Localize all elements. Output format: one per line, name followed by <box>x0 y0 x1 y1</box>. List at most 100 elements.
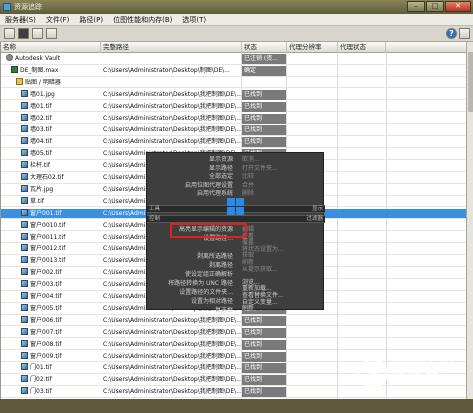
list-view-icon[interactable] <box>18 28 29 39</box>
file-name: 草.tif <box>30 197 45 205</box>
watermark-logo-icon <box>358 358 388 388</box>
header-proxy-resolution[interactable]: 代理分辨率 <box>287 42 338 53</box>
img-file-icon <box>21 113 28 121</box>
table-row[interactable]: Autodesk Vault 已注销 (资... <box>1 54 466 65</box>
file-name: 大理石02.tif <box>30 174 64 181</box>
quad-menu-item[interactable]: 使设定组正确解析 <box>185 270 233 279</box>
table-row[interactable]: 墙03.tif C:\Users\Administrator\Desktop\我把… <box>1 125 466 137</box>
cell-status: 已找到 <box>242 387 286 398</box>
quad-menu-item[interactable]: 启用代理系统 <box>197 189 233 198</box>
table-row[interactable]: 窗户006.tif C:\Users\Administrator\Desktop\… <box>1 315 466 327</box>
header-proxy-status[interactable]: 代理状态 <box>338 42 386 53</box>
quad-menu-item[interactable]: 设置路径的文件夹... <box>179 288 233 297</box>
cell-full-path: C:\Users\Administrator\Desktop\我把制图\DE\.… <box>103 114 241 122</box>
cell-name: 瓦片.jpg <box>1 184 98 195</box>
cell-status <box>242 78 286 88</box>
cell-full-path: C:\Users\Administrator\Desktop\我把制图\DE\.… <box>103 340 241 348</box>
window-controls: – □ ✕ <box>407 1 471 12</box>
quad-menu-item[interactable]: 删除 <box>242 189 254 198</box>
file-name: 窗户003.tif <box>30 281 62 289</box>
file-name: 墙03.tif <box>30 126 52 134</box>
table-row[interactable]: 墙01.jpg C:\Users\Administrator\Desktop\我把… <box>1 89 466 101</box>
scroll-thumb[interactable] <box>468 52 473 112</box>
table-row[interactable]: 墙01.tif C:\Users\Administrator\Desktop\我把… <box>1 101 466 113</box>
file-name: 栏杆.tif <box>30 162 51 170</box>
header-full-path[interactable]: 完整路径 <box>101 42 242 53</box>
quad-menu-item[interactable]: 将路径转换为 UNC 路径 <box>168 279 233 288</box>
vertical-scrollbar[interactable] <box>466 42 473 399</box>
menu-item[interactable]: 位图性能和内存(B) <box>108 14 177 25</box>
quad-menu-item[interactable]: 设置为相对路径 <box>191 297 233 306</box>
img-file-icon <box>21 184 28 192</box>
window-title: 资源追踪 <box>14 3 42 11</box>
table-row[interactable]: 窗户007.tif C:\Users\Administrator\Desktop\… <box>1 327 466 339</box>
img-file-icon <box>21 303 28 311</box>
toolbar: ? <box>0 26 473 42</box>
img-file-icon <box>21 137 28 145</box>
file-name: 墙04.tif <box>30 138 52 146</box>
img-file-icon <box>21 387 28 395</box>
menu-item[interactable]: 路径(P) <box>74 14 108 25</box>
table-row[interactable]: DE_制图.max C:\Users\Administrator\Desktop\… <box>1 65 466 77</box>
cell-full-path: C:\Users\Administrator\Desktop\我把制图\DE\.… <box>103 364 241 372</box>
maximize-button[interactable]: □ <box>426 1 444 12</box>
quad-divider-bottom: 控制 过滤器 <box>147 215 325 223</box>
cell-status: 已找到 <box>242 315 286 326</box>
table-row[interactable]: 贴图 / 明暗器 <box>1 77 466 89</box>
img-file-icon <box>21 339 28 347</box>
file-name: 门03.tif <box>30 388 52 396</box>
cell-full-path: C:\Users\Administrator\Desktop\我把制图\DE\.… <box>103 388 241 396</box>
close-button[interactable]: ✕ <box>445 1 471 12</box>
table-row[interactable]: 墙02.tif C:\Users\Administrator\Desktop\我把… <box>1 113 466 125</box>
app-icon <box>3 3 11 11</box>
cell-name: 门03.tif <box>1 387 98 397</box>
cell-full-path: C:\Users\Administrator\Desktop\我把制图\DE\.… <box>103 316 241 324</box>
help-icon[interactable]: ? <box>446 28 457 39</box>
file-name: 墙01.tif <box>30 102 52 110</box>
cell-name: 墙01.tif <box>1 101 98 112</box>
cell-name: 窗户001.tif <box>1 208 98 219</box>
table-view-icon[interactable] <box>46 28 57 39</box>
img-file-icon <box>21 256 28 264</box>
cell-status: 已找到 <box>242 101 286 112</box>
cell-name: 窗户006.tif <box>1 315 98 326</box>
menu-item[interactable]: 服务器(S) <box>0 14 41 25</box>
quad-menu-item[interactable]: 剥离路径 <box>209 261 233 270</box>
file-name: 窗户0013.tif <box>30 257 66 265</box>
img-file-icon <box>21 89 28 97</box>
file-name: Autodesk Vault <box>15 55 61 62</box>
window-bottom-border <box>0 399 473 413</box>
options-icon[interactable] <box>459 28 470 39</box>
quad-menu-item[interactable]: 刷新 <box>242 304 254 313</box>
quad-menu-item[interactable]: 复选框 <box>215 306 233 315</box>
table-row[interactable]: 窗户008.tif C:\Users\Administrator\Desktop\… <box>1 339 466 351</box>
menu-item[interactable]: 文件(F) <box>41 14 75 25</box>
file-name: 窗户009.tif <box>30 352 62 360</box>
quad-title-left: 控制 <box>149 216 161 222</box>
menu-item[interactable]: 选项(T) <box>177 14 211 25</box>
grid-view-icon[interactable] <box>4 28 15 39</box>
header-name[interactable]: 名称 <box>1 42 101 53</box>
file-name: 窗户006.tif <box>30 316 62 324</box>
file-name: 门01.tif <box>30 364 52 372</box>
file-name: 窗户007.tif <box>30 328 62 336</box>
menu-bar: 服务器(S) 文件(F) 路径(P) 位图性能和内存(B) 选项(T) <box>0 14 473 26</box>
img-file-icon <box>21 161 28 169</box>
cell-name: 墙04.tif <box>1 137 98 147</box>
img-file-icon <box>21 244 28 252</box>
quad-menu-item[interactable]: 剥离所选路径 <box>197 252 233 261</box>
img-file-icon <box>21 375 28 383</box>
header-status[interactable]: 状态 <box>242 42 287 53</box>
cell-name: 大理石02.tif <box>1 173 98 183</box>
quad-menu-item[interactable]: 从提示获取... <box>242 265 278 274</box>
file-name: 窗户0010.tif <box>30 221 66 229</box>
cell-name: 窗户003.tif <box>1 280 98 290</box>
cell-name: 门01.tif <box>1 363 98 373</box>
table-row[interactable]: 墙04.tif C:\Users\Administrator\Desktop\我把… <box>1 137 466 148</box>
cell-name: 草.tif <box>1 196 98 207</box>
detail-view-icon[interactable] <box>32 28 43 39</box>
file-name: 瓦片.jpg <box>30 185 54 193</box>
img-file-icon <box>21 101 28 109</box>
minimize-button[interactable]: – <box>407 1 425 12</box>
cell-name: 窗户0011.tif <box>1 232 98 243</box>
